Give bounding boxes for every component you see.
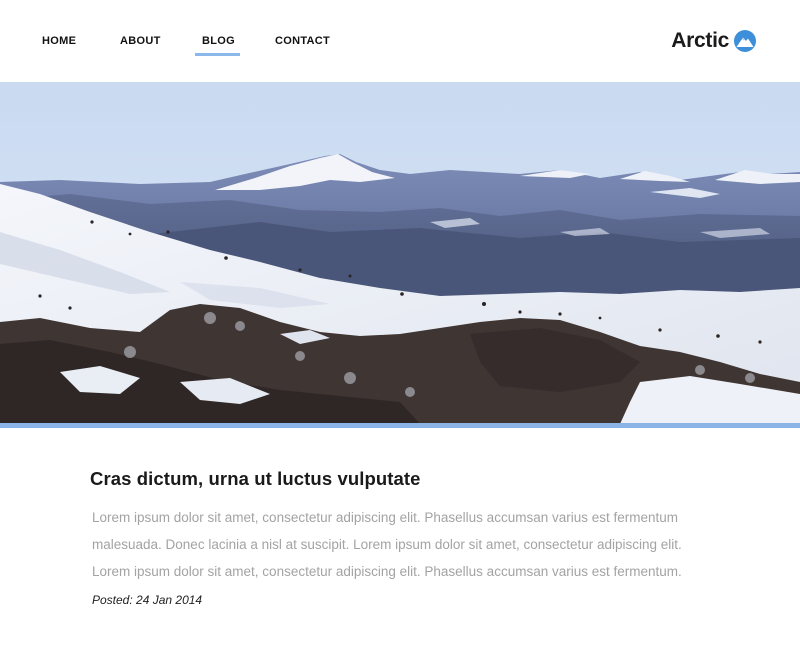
hero-accent-bar [0,423,800,428]
post-excerpt: Lorem ipsum dolor sit amet, consectetur … [92,504,710,585]
blog-post: Cras dictum, urna ut luctus vulputate Lo… [90,468,710,607]
post-title[interactable]: Cras dictum, urna ut luctus vulputate [90,468,710,490]
post-excerpt-line: Lorem ipsum dolor sit amet, consectetur … [92,510,679,525]
page: HOME ABOUT BLOG CONTACT Arctic Cras dict… [0,0,800,650]
active-nav-indicator [195,53,240,56]
post-date: Posted: 24 Jan 2014 [92,593,203,607]
site-header: HOME ABOUT BLOG CONTACT Arctic [0,0,800,82]
hero-image [0,82,800,424]
site-logo[interactable]: Arctic [671,27,756,55]
mountain-landscape-image [0,82,800,424]
post-excerpt-line: Lorem ipsum dolor sit amet, consectetur … [92,564,682,579]
post-excerpt-line: malesuada. Donec lacinia a nisl at susci… [92,537,682,552]
nav-item-about[interactable]: ABOUT [120,35,161,47]
nav-item-home[interactable]: HOME [42,35,76,47]
nav-item-blog[interactable]: BLOG [202,35,235,47]
logo-text: Arctic [671,29,729,52]
nav-item-contact[interactable]: CONTACT [275,35,330,47]
main-nav: HOME ABOUT BLOG CONTACT [0,0,500,82]
mountain-badge-icon [734,30,756,52]
